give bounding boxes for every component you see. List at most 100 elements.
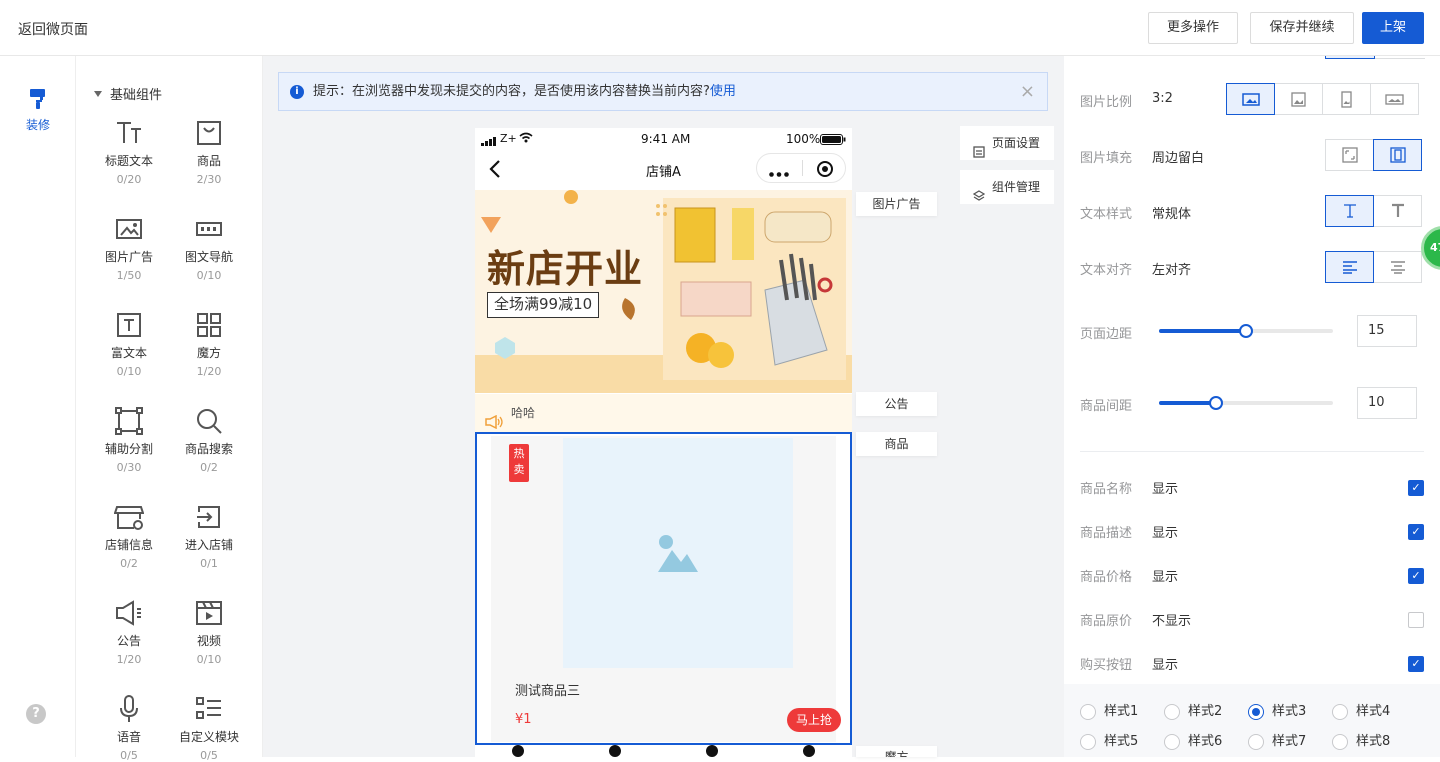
battery-percent: 100%	[786, 132, 821, 146]
goods-bag-icon	[169, 116, 249, 150]
ratio-3-2-option[interactable]	[1226, 83, 1275, 115]
text-style-segment	[1325, 195, 1422, 227]
goods-gap-slider[interactable]	[1159, 396, 1333, 410]
video-icon	[169, 596, 249, 630]
dot-marker	[706, 745, 718, 757]
tag-notice[interactable]: 公告	[856, 392, 937, 416]
goods-price-checkbox[interactable]: ✓	[1408, 568, 1424, 584]
close-target-icon[interactable]	[816, 160, 834, 182]
announcement-bar[interactable]: 哈哈	[475, 394, 852, 432]
section-divider	[1080, 451, 1424, 452]
use-draft-link[interactable]: 使用	[710, 84, 736, 99]
component-custom-module[interactable]: 自定义模块 0/5	[169, 692, 249, 762]
component-mgmt-button[interactable]: 组件管理	[960, 170, 1054, 204]
goods-name: 测试商品三	[515, 684, 581, 699]
style-8-radio[interactable]: 样式8	[1332, 734, 1390, 750]
help-icon[interactable]: ?	[26, 704, 46, 724]
image-ad-banner[interactable]: 新店开业 全场满99减10	[475, 190, 852, 393]
buy-button-checkbox[interactable]: ✓	[1408, 656, 1424, 672]
page-margin-input[interactable]: 15	[1357, 315, 1417, 347]
component-title-text[interactable]: 标题文本 0/20	[89, 116, 169, 186]
style-1-radio[interactable]: 样式1	[1080, 704, 1138, 720]
align-center-option[interactable]	[1373, 251, 1422, 283]
text-regular-option[interactable]	[1325, 195, 1374, 227]
voice-icon	[89, 692, 169, 726]
goods-desc-checkbox[interactable]: ✓	[1408, 524, 1424, 540]
component-video[interactable]: 视频 0/10	[169, 596, 249, 666]
goods-name-checkbox[interactable]: ✓	[1408, 480, 1424, 496]
buy-now-button[interactable]: 马上抢	[787, 708, 841, 732]
text-style-row: 文本样式 常规体	[1080, 207, 1192, 222]
style-4-radio[interactable]: 样式4	[1332, 704, 1390, 720]
tag-goods[interactable]: 商品	[856, 432, 937, 456]
paint-brush-icon[interactable]	[24, 88, 52, 114]
original-price-checkbox[interactable]	[1408, 612, 1424, 628]
fill-cover-option[interactable]	[1325, 139, 1374, 171]
editor-canvas: i 提示：在浏览器中发现未提交的内容，是否使用该内容替换当前内容?使用 × Z+…	[263, 56, 1064, 757]
component-panel: 基础组件 标题文本 0/20 商品 2/30 图片广告 1/50 图文导航 0/10 富…	[76, 56, 263, 762]
page-margin-slider[interactable]	[1159, 324, 1333, 338]
component-goods-search[interactable]: 商品搜索 0/2	[169, 404, 249, 474]
align-left-icon	[1342, 261, 1357, 274]
mini-program-capsule	[756, 153, 846, 183]
page-settings-icon	[973, 137, 985, 171]
banner-title: 新店开业	[487, 246, 644, 291]
toggle-row-buy-button: 购买按钮 显示	[1080, 658, 1179, 673]
component-divider[interactable]: 辅助分割 0/30	[89, 404, 169, 474]
page-settings-button[interactable]: 页面设置	[960, 126, 1054, 160]
goods-gap-input[interactable]: 10	[1357, 387, 1417, 419]
component-group-header[interactable]: 基础组件	[94, 84, 162, 103]
image-fill-segment	[1325, 139, 1422, 171]
component-rich-text[interactable]: 富文本 0/10	[89, 308, 169, 378]
cube-block-top[interactable]	[475, 745, 852, 757]
style-7-radio[interactable]: 样式7	[1248, 734, 1306, 750]
save-continue-button[interactable]: 保存并继续	[1250, 12, 1354, 44]
slider-handle[interactable]	[1209, 396, 1224, 410]
goods-card[interactable]: 热卖 测试商品三 ¥1 马上抢	[491, 436, 841, 742]
divider-icon	[89, 404, 169, 438]
component-cube[interactable]: 魔方 1/20	[169, 308, 249, 378]
ratio-16-9-option[interactable]	[1370, 83, 1419, 115]
ratio-3-4-option[interactable]	[1322, 83, 1371, 115]
status-time: 9:41 AM	[641, 132, 691, 146]
component-image-text-nav[interactable]: 图文导航 0/10	[169, 212, 249, 282]
battery-icon	[820, 134, 846, 148]
tag-cube[interactable]: 魔方	[856, 746, 937, 757]
tag-image-ad[interactable]: 图片广告	[856, 192, 937, 216]
text-bold-option[interactable]	[1373, 195, 1422, 227]
goods-gap-row: 商品间距	[1080, 399, 1133, 414]
page-margin-row: 页面边距	[1080, 327, 1133, 342]
style-3-radio[interactable]: 样式3	[1248, 704, 1306, 720]
more-dots-icon[interactable]	[769, 166, 789, 181]
enter-store-icon	[169, 500, 249, 534]
slider-handle[interactable]	[1239, 324, 1253, 338]
goods-image-placeholder	[563, 438, 793, 668]
fill-whitespace-option[interactable]	[1373, 139, 1422, 171]
layers-icon	[972, 181, 986, 215]
component-image-ad[interactable]: 图片广告 1/50	[89, 212, 169, 282]
info-icon: i	[290, 85, 304, 99]
image-ratio-row: 图片比例 3:2	[1080, 91, 1173, 110]
style-2-radio[interactable]: 样式2	[1164, 704, 1222, 720]
goods-block-selected[interactable]: 热卖 测试商品三 ¥1 马上抢	[475, 432, 852, 745]
toggle-row-goods-desc: 商品描述 显示	[1080, 526, 1179, 541]
more-actions-button[interactable]: 更多操作	[1148, 12, 1238, 44]
component-announcement[interactable]: 公告 1/20	[89, 596, 169, 666]
image-placeholder-icon	[658, 534, 698, 576]
goods-settings-panel: 图片比例 3:2 图片填充 周边留白 文本样式 常规体 文本对齐 左对齐 页面边距 15…	[1064, 56, 1440, 757]
decorate-tab-label[interactable]: 装修	[20, 116, 56, 133]
custom-module-icon	[169, 692, 249, 726]
component-enter-store[interactable]: 进入店铺 0/1	[169, 500, 249, 570]
publish-button[interactable]: 上架	[1362, 12, 1424, 44]
align-left-option[interactable]	[1325, 251, 1374, 283]
component-goods[interactable]: 商品 2/30	[169, 116, 249, 186]
component-store-info[interactable]: 店铺信息 0/2	[89, 500, 169, 570]
close-icon[interactable]: ×	[1020, 73, 1035, 110]
style-5-radio[interactable]: 样式5	[1080, 734, 1138, 750]
back-to-micropage-link[interactable]: 返回微页面	[18, 19, 88, 39]
component-voice[interactable]: 语音 0/5	[89, 692, 169, 762]
style-6-radio[interactable]: 样式6	[1164, 734, 1222, 750]
portrait-image-icon	[1341, 90, 1352, 108]
phone-nav-bar: 店铺A	[475, 150, 852, 190]
ratio-1-1-option[interactable]	[1274, 83, 1323, 115]
